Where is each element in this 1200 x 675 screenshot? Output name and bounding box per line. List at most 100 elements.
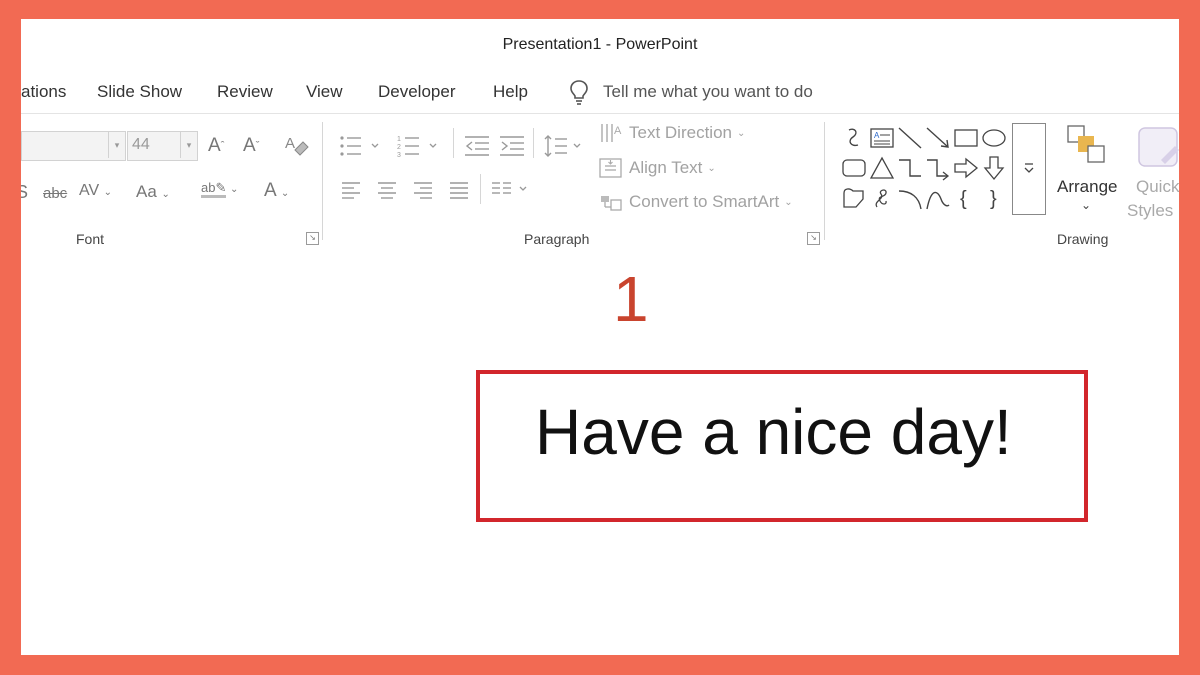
svg-text:A: A [285,135,295,152]
bullet-list-icon [340,136,379,156]
bullets-button[interactable] [339,134,387,164]
group-divider [824,122,825,240]
text-box-icon[interactable]: A [869,125,895,151]
tell-me-search[interactable]: Tell me what you want to do [569,79,813,105]
elbow-connector-icon[interactable] [897,155,923,181]
svg-text:1: 1 [397,136,401,143]
slide-text-box[interactable]: Have a nice day! [476,370,1088,522]
outdent-icon [465,136,489,156]
paragraph-dialog-launcher-icon[interactable]: ↘ [807,232,820,245]
align-center-icon [378,182,396,199]
scribble-icon[interactable] [869,185,895,211]
chevron-down-icon[interactable]: ▾ [180,132,197,158]
freeform-shape-icon[interactable] [841,185,867,211]
line-icon[interactable] [897,125,923,151]
group-divider [480,174,481,204]
align-right-button[interactable] [413,179,433,205]
text-box-content[interactable]: Have a nice day! [535,392,1012,472]
tab-developer[interactable]: Developer [378,82,456,102]
freeform-scribble-icon[interactable] [841,125,867,151]
arrange-button[interactable]: Arrange ⌄ [1053,124,1123,229]
convert-to-smartart-button[interactable]: Convert to SmartArt ⌄ [599,191,793,213]
group-divider [322,122,323,240]
font-group-label: Font [76,231,105,247]
justify-icon [450,182,468,199]
title-bar: Presentation1 - PowerPoint [21,19,1179,71]
increase-font-size-button[interactable]: Aˆ [208,135,224,157]
rectangle-icon[interactable] [953,125,979,151]
smartart-icon [601,196,622,211]
right-brace-icon[interactable]: } [981,185,1007,211]
strikethrough-button[interactable]: abc [43,183,67,205]
highlight-color-button[interactable]: ab✎ ⌄ [201,177,238,201]
step-number-annotation: 1 [613,263,649,335]
svg-text:A: A [614,125,622,137]
curve-icon[interactable] [925,185,951,211]
justify-button[interactable] [449,179,469,205]
more-icon [1024,163,1034,173]
group-divider [453,128,454,158]
font-size-combo[interactable]: 44 ▾ [127,131,198,161]
elbow-arrow-connector-icon[interactable] [925,155,951,181]
align-left-button[interactable] [341,179,361,205]
numbering-button[interactable]: 1 2 3 [397,134,445,164]
app-window: Presentation1 - PowerPoint ations Slide … [21,19,1179,655]
font-name-combo[interactable]: ▾ [21,131,126,161]
rounded-rectangle-icon[interactable] [841,155,867,181]
arrow-line-icon[interactable] [925,125,951,151]
line-spacing-button[interactable] [543,134,589,164]
left-brace-icon[interactable]: { [953,185,979,211]
align-center-button[interactable] [377,179,397,205]
align-text-icon [599,158,622,178]
font-dialog-launcher-icon[interactable]: ↘ [306,232,319,245]
chevron-down-icon[interactable]: ▾ [108,132,125,158]
columns-button[interactable] [491,179,535,205]
shapes-gallery-more-button[interactable] [1012,123,1046,215]
tab-view[interactable]: View [306,82,343,102]
tab-slide-show[interactable]: Slide Show [97,82,182,102]
tab-help[interactable]: Help [493,82,528,102]
font-color-button[interactable]: A ⌄ [264,180,289,205]
align-text-button[interactable]: Align Text ⌄ [599,157,716,179]
lightbulb-icon [570,80,588,105]
align-text-label: Align Text [629,158,703,177]
right-arrow-shape-icon[interactable] [953,155,979,181]
shapes-gallery: A { } [837,123,1013,215]
svg-text:A: A [874,131,880,140]
window-title: Presentation1 - PowerPoint [502,36,698,53]
svg-text:{: { [960,188,967,210]
svg-text:}: } [990,188,997,210]
arc-icon[interactable] [897,185,923,211]
shadow-button[interactable]: S [21,181,28,203]
quick-styles-icon [1138,127,1179,167]
ribbon-tabs: ations Slide Show Review View Developer … [21,71,1179,113]
font-size-value: 44 [132,136,150,153]
chevron-down-icon: ⌄ [1081,198,1092,212]
svg-text:2: 2 [397,144,401,151]
triangle-icon[interactable] [869,155,895,181]
change-case-button[interactable]: Aa ⌄ [136,181,170,206]
group-divider [533,128,534,158]
clear-formatting-icon[interactable]: A [283,134,309,164]
quick-styles-label-line2: Styles [1127,201,1174,220]
arrange-label: Arrange [1057,177,1118,196]
character-spacing-button[interactable]: AV ⌄ [79,180,112,204]
increase-indent-button[interactable] [499,135,525,163]
text-direction-label: Text Direction [629,123,732,142]
chevron-down-icon: ⌄ [736,127,746,139]
down-arrow-shape-icon[interactable] [981,155,1007,181]
align-left-icon [342,182,360,199]
drawing-group-label: Drawing [1057,231,1109,247]
decrease-font-size-button[interactable]: Aˇ [243,135,259,157]
decrease-indent-button[interactable] [464,135,490,163]
paragraph-group-label: Paragraph [524,231,590,247]
tab-review[interactable]: Review [217,82,273,102]
text-direction-button[interactable]: A Text Direction ⌄ [599,122,745,144]
quick-styles-label-line1: Quick [1136,177,1179,196]
tab-animations[interactable]: ations [21,82,66,102]
oval-icon[interactable] [981,125,1007,151]
quick-styles-button[interactable]: Quick Styles [1125,124,1179,229]
numbered-list-icon: 1 2 3 [397,136,437,159]
indent-icon [500,136,524,156]
ribbon: ▾ 44 ▾ Aˆ Aˇ A S abc AV ⌄ Aa ⌄ ab✎ ⌄ A ⌄… [21,113,1179,255]
